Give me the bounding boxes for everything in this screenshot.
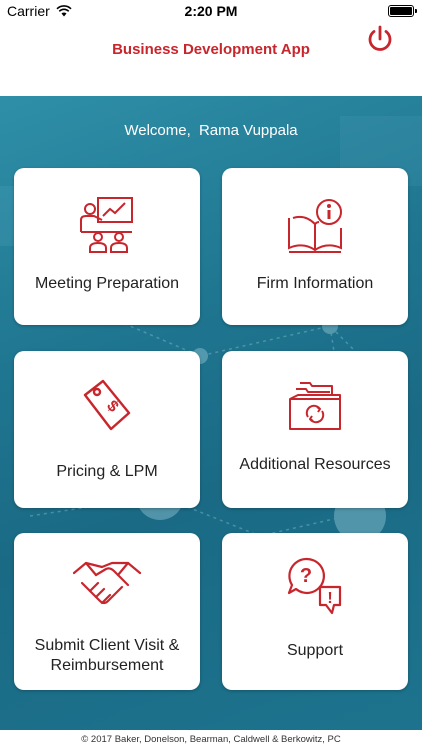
book-info-icon: [288, 199, 342, 253]
tile-label-line1: Submit Client Visit &: [34, 637, 180, 654]
presentation-icon: [80, 197, 133, 253]
tile-pricing-lpm[interactable]: $ Pricing & LPM: [14, 351, 200, 508]
welcome-greeting: Welcome,: [124, 122, 191, 139]
tile-support[interactable]: ? ! Support: [222, 533, 408, 690]
tile-submit-client-visit[interactable]: Submit Client Visit & Reimbursement: [14, 533, 200, 690]
power-icon[interactable]: [363, 22, 397, 56]
svg-text:$: $: [103, 397, 121, 415]
tile-label: Meeting Preparation: [34, 275, 180, 292]
welcome-message: Welcome, Rama Vuppala: [0, 122, 422, 139]
tile-additional-resources[interactable]: Additional Resources: [222, 351, 408, 508]
dashboard: Welcome, Rama Vuppala Meeting Preparatio…: [0, 96, 422, 730]
nav-bar: Business Development App: [0, 22, 422, 96]
file-box-icon: [289, 382, 341, 430]
tile-label-line2: Reimbursement: [50, 657, 164, 674]
page-title: Business Development App: [112, 41, 310, 58]
footer: © 2017 Baker, Donelson, Bearman, Caldwel…: [0, 730, 422, 750]
copyright-text: © 2017 Baker, Donelson, Bearman, Caldwel…: [81, 734, 341, 745]
tile-label: Additional Resources: [239, 456, 391, 473]
tile-label: Submit Client Visit & Reimbursement: [14, 636, 200, 676]
tile-label: Pricing & LPM: [56, 463, 158, 480]
battery-icon: [388, 5, 417, 17]
tile-meeting-preparation[interactable]: Meeting Preparation: [14, 168, 200, 325]
user-name: Rama Vuppala: [198, 122, 298, 139]
tile-firm-information[interactable]: Firm Information: [222, 168, 408, 325]
svg-text:?: ?: [300, 565, 312, 587]
status-bar: Carrier 2:20 PM: [0, 0, 422, 22]
price-tag-icon: $: [83, 379, 131, 431]
tile-label: Support: [286, 642, 344, 659]
svg-text:!: !: [327, 590, 332, 607]
handshake-icon: [72, 561, 142, 605]
support-chat-icon: ? !: [287, 557, 342, 615]
tile-label: Firm Information: [256, 275, 374, 292]
clock: 2:20 PM: [184, 3, 238, 19]
